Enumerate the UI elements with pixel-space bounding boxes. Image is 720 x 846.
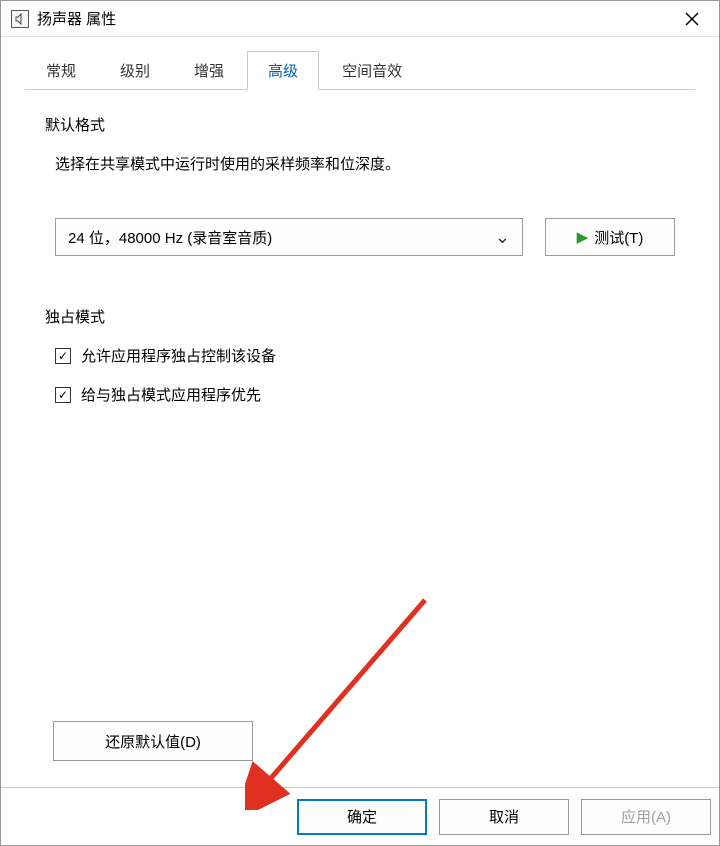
- tab-advanced[interactable]: 高级: [247, 51, 319, 90]
- test-button-label: 测试(T): [594, 227, 643, 248]
- tab-spatial[interactable]: 空间音效: [321, 51, 423, 90]
- tab-content: 默认格式 选择在共享模式中运行时使用的采样频率和位深度。 24 位，48000 …: [1, 90, 719, 787]
- apply-button[interactable]: 应用(A): [581, 799, 711, 835]
- format-select-value: 24 位，48000 Hz (录音室音质): [68, 227, 272, 248]
- apply-label: 应用(A): [621, 806, 671, 827]
- tab-levels[interactable]: 级别: [99, 51, 171, 90]
- exclusive-mode-label: 独占模式: [45, 306, 675, 327]
- speaker-icon: [11, 10, 29, 28]
- format-select[interactable]: 24 位，48000 Hz (录音室音质) ⌄: [55, 218, 523, 256]
- give-priority-row: ✓ 给与独占模式应用程序优先: [55, 384, 675, 405]
- arrow-annotation: [245, 590, 445, 810]
- close-button[interactable]: [669, 3, 715, 35]
- exclusive-mode-group: ✓ 允许应用程序独占控制该设备 ✓ 给与独占模式应用程序优先: [55, 345, 675, 423]
- play-icon: ▶: [577, 228, 589, 246]
- ok-button[interactable]: 确定: [297, 799, 427, 835]
- default-format-desc: 选择在共享模式中运行时使用的采样频率和位深度。: [55, 153, 675, 174]
- give-priority-label: 给与独占模式应用程序优先: [81, 384, 261, 405]
- allow-exclusive-row: ✓ 允许应用程序独占控制该设备: [55, 345, 675, 366]
- allow-exclusive-label: 允许应用程序独占控制该设备: [81, 345, 276, 366]
- dialog-footer: 确定 取消 应用(A): [1, 787, 719, 845]
- chevron-down-icon: ⌄: [495, 233, 510, 242]
- default-format-group: 选择在共享模式中运行时使用的采样频率和位深度。 24 位，48000 Hz (录…: [55, 153, 675, 296]
- titlebar: 扬声器 属性: [1, 1, 719, 37]
- format-row: 24 位，48000 Hz (录音室音质) ⌄ ▶ 测试(T): [55, 218, 675, 256]
- default-format-label: 默认格式: [45, 114, 675, 135]
- test-button[interactable]: ▶ 测试(T): [545, 218, 675, 256]
- tab-general[interactable]: 常规: [25, 51, 97, 90]
- restore-defaults-button[interactable]: 还原默认值(D): [53, 721, 253, 761]
- restore-defaults-label: 还原默认值(D): [105, 731, 201, 752]
- window-title: 扬声器 属性: [37, 8, 669, 29]
- close-icon: [685, 12, 699, 26]
- give-priority-checkbox[interactable]: ✓: [55, 387, 71, 403]
- allow-exclusive-checkbox[interactable]: ✓: [55, 348, 71, 364]
- ok-label: 确定: [347, 806, 377, 827]
- cancel-label: 取消: [489, 806, 519, 827]
- tab-strip: 常规 级别 增强 高级 空间音效: [25, 51, 695, 90]
- properties-window: 扬声器 属性 常规 级别 增强 高级 空间音效 默认格式 选择在共享模式中运行时…: [0, 0, 720, 846]
- cancel-button[interactable]: 取消: [439, 799, 569, 835]
- tab-enhancements[interactable]: 增强: [173, 51, 245, 90]
